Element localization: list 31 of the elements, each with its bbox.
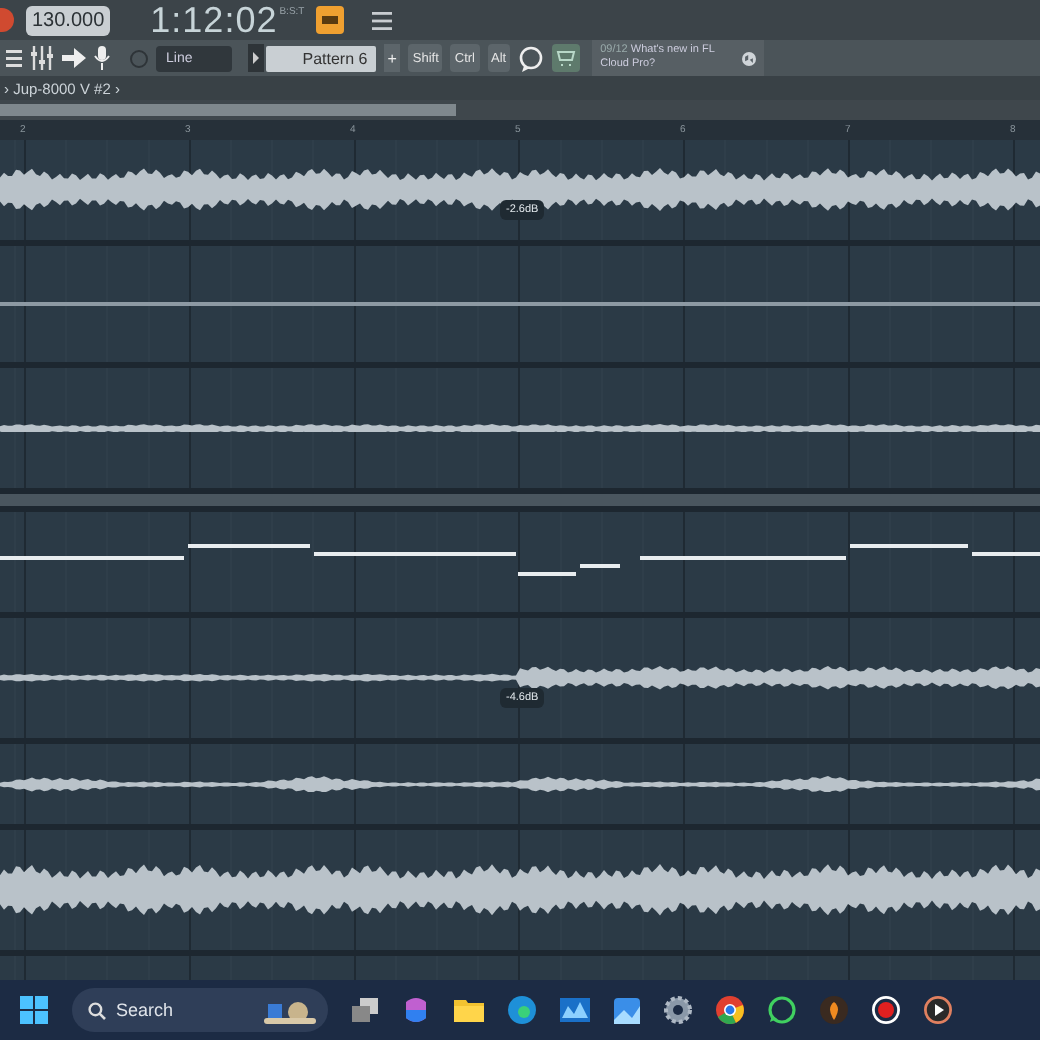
record-app-icon[interactable] xyxy=(872,996,900,1024)
add-pattern-button[interactable]: + xyxy=(383,44,401,72)
search-highlight-icon xyxy=(264,996,316,1024)
list-icon[interactable] xyxy=(6,48,22,68)
cart-icon[interactable] xyxy=(552,44,581,72)
chart-icon[interactable] xyxy=(560,998,590,1022)
copilot-icon[interactable] xyxy=(402,996,430,1024)
menu-icon[interactable] xyxy=(372,11,393,29)
settings-icon[interactable] xyxy=(664,996,692,1024)
pattern-selector[interactable]: Pattern 6 xyxy=(266,45,376,71)
time-display: 1:12:02 xyxy=(150,0,278,41)
browser-icon[interactable] xyxy=(508,996,536,1024)
song-mode-icon[interactable] xyxy=(316,6,345,34)
speech-bubble-icon[interactable] xyxy=(518,45,545,71)
search-icon xyxy=(88,1001,106,1019)
start-icon[interactable] xyxy=(20,996,48,1024)
arrow-icon[interactable] xyxy=(62,48,86,68)
photos-icon[interactable] xyxy=(614,997,640,1023)
tempo-display[interactable]: 130.000 xyxy=(26,5,111,35)
play-circle-icon[interactable] xyxy=(924,996,952,1024)
search-field[interactable]: Search xyxy=(72,988,328,1032)
task-view-icon[interactable] xyxy=(352,998,378,1022)
microphone-icon[interactable] xyxy=(94,46,110,70)
scrollbar-thumb[interactable] xyxy=(0,104,456,116)
chat-icon[interactable] xyxy=(768,996,796,1024)
chrome-icon[interactable] xyxy=(716,996,744,1024)
globe-icon[interactable] xyxy=(742,49,757,67)
mixer-icon[interactable] xyxy=(30,46,54,70)
folder-icon[interactable] xyxy=(454,998,484,1022)
play-icon[interactable] xyxy=(248,44,265,72)
fruit-icon[interactable] xyxy=(820,996,848,1024)
